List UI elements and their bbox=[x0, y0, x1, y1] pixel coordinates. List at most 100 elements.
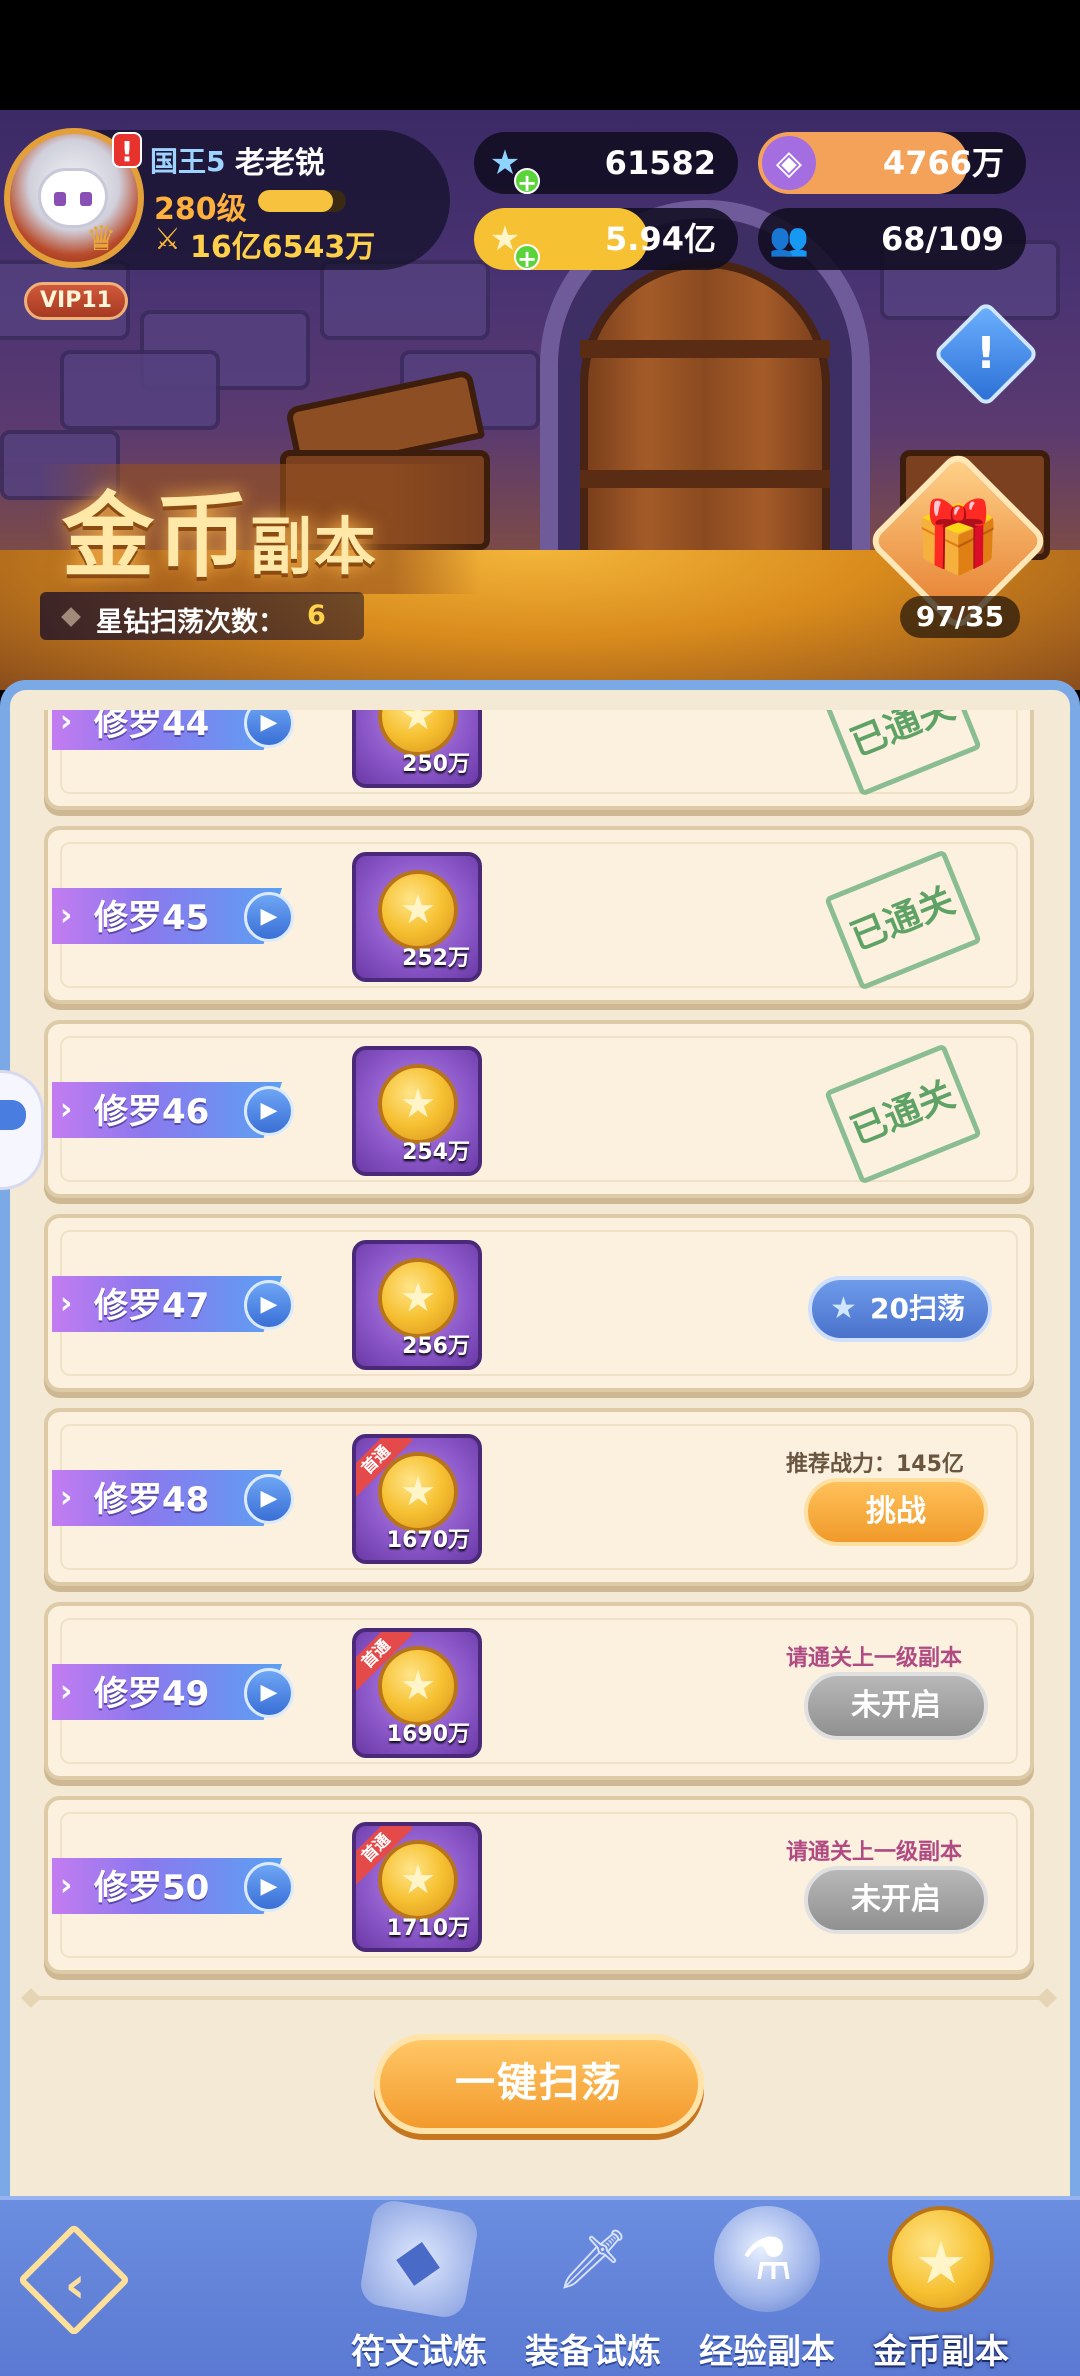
group-icon: 👥 bbox=[769, 220, 809, 258]
level-progress-fill bbox=[258, 190, 333, 212]
play-replay-button[interactable]: ▶ bbox=[244, 1668, 294, 1718]
reward-amount: 250万 bbox=[402, 752, 470, 777]
reward-item[interactable]: ★ 首通 1690万 bbox=[352, 1628, 482, 1758]
stage-name: 修罗48 bbox=[94, 1480, 210, 1520]
status-bar bbox=[0, 0, 1080, 110]
reward-item[interactable]: ★ 252万 bbox=[352, 852, 482, 982]
reward-amount: 256万 bbox=[402, 1334, 470, 1359]
back-arrow-icon: ‹ bbox=[64, 2256, 86, 2314]
tab-equipment-trial[interactable]: 🗡 装备试炼 bbox=[508, 2200, 678, 2376]
one-click-sweep-button[interactable]: 一键扫荡 bbox=[374, 2034, 704, 2134]
stage-name: 修罗47 bbox=[94, 1286, 210, 1326]
potion-icon: ⚗ bbox=[714, 2206, 820, 2312]
stars-value: 61582 bbox=[604, 144, 716, 182]
stage-row[interactable]: › 修罗45 ▶ ★ 252万 已通关 bbox=[44, 826, 1034, 1004]
floating-helper-icon bbox=[0, 1100, 26, 1130]
gold-coin-icon: ★ bbox=[888, 2206, 994, 2312]
crystal-currency[interactable]: ◈ 4766万 bbox=[758, 132, 1026, 194]
reward-amount: 254万 bbox=[402, 1140, 470, 1165]
stage-row[interactable]: › 修罗44 ▶ ★ 250万 已通关 bbox=[44, 710, 1034, 810]
sword-icon: 🗡 bbox=[556, 2225, 630, 2293]
sweep-count-label: 星钻扫荡次数： bbox=[96, 607, 285, 638]
gold-coin-icon: ★ bbox=[378, 1840, 458, 1920]
stage-row[interactable]: › 修罗47 ▶ ★ 256万 ★ 20扫荡 bbox=[44, 1214, 1034, 1392]
tab-exp-dungeon[interactable]: ⚗ 经验副本 bbox=[682, 2200, 852, 2376]
tab-label: 经验副本 bbox=[699, 2332, 835, 2372]
reward-amount: 1710万 bbox=[386, 1916, 470, 1941]
reward-amount: 252万 bbox=[402, 946, 470, 971]
gift-count: 97/35 bbox=[900, 596, 1020, 638]
star-icon: ★ bbox=[830, 1291, 857, 1326]
tab-label: 金币副本 bbox=[873, 2332, 1009, 2372]
tab-gold-dungeon[interactable]: ★ 金币副本 bbox=[856, 2200, 1026, 2376]
recommended-power: 推荐战力：145亿 bbox=[786, 1452, 964, 1477]
door-band bbox=[580, 340, 830, 358]
play-replay-button[interactable]: ▶ bbox=[244, 1280, 294, 1330]
gold-currency[interactable]: ★ + 5.94亿 bbox=[474, 208, 738, 272]
stage-name: 修罗49 bbox=[94, 1674, 210, 1714]
gold-coin-icon: ★ bbox=[378, 1452, 458, 1532]
tab-rune-trial[interactable]: ◆ 符文试炼 bbox=[334, 2197, 504, 2376]
stage-list[interactable]: › 修罗44 ▶ ★ 250万 已通关 › 修罗45 ▶ ★ 252万 已通关 … bbox=[30, 710, 1040, 2006]
avatar-eye bbox=[54, 192, 66, 206]
chevron-right-icon: › bbox=[60, 1092, 73, 1127]
gift-icon: 🎁 bbox=[914, 496, 1002, 578]
reward-item[interactable]: ★ 254万 bbox=[352, 1046, 482, 1176]
vip-badge[interactable]: VIP11 bbox=[24, 282, 128, 320]
add-icon[interactable]: + bbox=[514, 168, 540, 196]
combat-power: 16亿6543万 bbox=[190, 230, 376, 265]
rune-trial-icon: ◆ bbox=[357, 2197, 481, 2321]
page-title: 金币副本 bbox=[62, 462, 378, 595]
chevron-right-icon: › bbox=[60, 710, 73, 739]
info-icon: ! bbox=[975, 328, 997, 379]
reward-item[interactable]: ★ 首通 1710万 bbox=[352, 1822, 482, 1952]
gold-coin-icon: ★ bbox=[378, 870, 458, 950]
title-main: 金币 bbox=[62, 483, 251, 590]
chevron-right-icon: › bbox=[60, 1674, 73, 1709]
members-count[interactable]: 👥 68/109 bbox=[758, 208, 1026, 270]
crystal-value: 4766万 bbox=[882, 144, 1004, 182]
chevron-right-icon: › bbox=[60, 898, 73, 933]
gold-coin-icon: ★ bbox=[378, 1258, 458, 1338]
challenge-button[interactable]: 挑战 bbox=[804, 1478, 988, 1546]
crystal-icon: ◈ bbox=[762, 136, 816, 190]
list-divider bbox=[30, 1996, 1050, 2000]
gold-coin-icon: ★ bbox=[378, 1064, 458, 1144]
player-name: 老老锐 bbox=[235, 146, 325, 181]
play-replay-button[interactable]: ▶ bbox=[244, 1474, 294, 1524]
door-band bbox=[580, 470, 830, 488]
reward-amount: 1690万 bbox=[386, 1722, 470, 1747]
play-replay-button[interactable]: ▶ bbox=[244, 1086, 294, 1136]
wall-brick bbox=[320, 260, 490, 340]
sweep-count-value: 6 bbox=[307, 600, 326, 631]
locked-button[interactable]: 未开启 bbox=[804, 1866, 988, 1934]
stage-name: 修罗50 bbox=[94, 1868, 210, 1908]
alert-badge: ! bbox=[112, 132, 142, 168]
wall-brick bbox=[60, 350, 220, 430]
crossed-swords-icon: ⚔ bbox=[154, 222, 181, 257]
play-replay-button[interactable]: ▶ bbox=[244, 1862, 294, 1912]
crown-icon: ♛ bbox=[86, 219, 117, 259]
reward-item[interactable]: ★ 250万 bbox=[352, 710, 482, 788]
play-replay-button[interactable]: ▶ bbox=[244, 892, 294, 942]
locked-button[interactable]: 未开启 bbox=[804, 1672, 988, 1740]
stage-row[interactable]: › 修罗50 ▶ ★ 首通 1710万 请通关上一级副本 未开启 bbox=[44, 1796, 1034, 1974]
gold-coin-icon: ★ bbox=[378, 1646, 458, 1726]
stage-row[interactable]: › 修罗46 ▶ ★ 254万 已通关 bbox=[44, 1020, 1034, 1198]
stage-name: 修罗44 bbox=[94, 710, 210, 744]
unlock-requirement: 请通关上一级副本 bbox=[786, 1646, 963, 1671]
reward-item[interactable]: ★ 256万 bbox=[352, 1240, 482, 1370]
sweep-button-label: 20扫荡 bbox=[870, 1292, 965, 1325]
stars-currency[interactable]: ★ + 61582 bbox=[474, 132, 738, 196]
game-screen: ♛ ! 国王5 老老锐 280级 ⚔ 16亿6543万 VIP11 ★ + 61… bbox=[0, 0, 1080, 2376]
level-progress-bar bbox=[258, 190, 346, 212]
stage-row[interactable]: › 修罗48 ▶ ★ 首通 1670万 推荐战力：145亿 挑战 bbox=[44, 1408, 1034, 1586]
reward-item[interactable]: ★ 首通 1670万 bbox=[352, 1434, 482, 1564]
reward-amount: 1670万 bbox=[386, 1528, 470, 1553]
stage-row[interactable]: › 修罗49 ▶ ★ 首通 1690万 请通关上一级副本 未开启 bbox=[44, 1602, 1034, 1780]
tab-label: 装备试炼 bbox=[525, 2332, 661, 2372]
avatar-eye bbox=[80, 192, 92, 206]
add-icon[interactable]: + bbox=[514, 244, 540, 272]
sweep-button[interactable]: ★ 20扫荡 bbox=[808, 1276, 992, 1342]
chevron-right-icon: › bbox=[60, 1480, 73, 1515]
